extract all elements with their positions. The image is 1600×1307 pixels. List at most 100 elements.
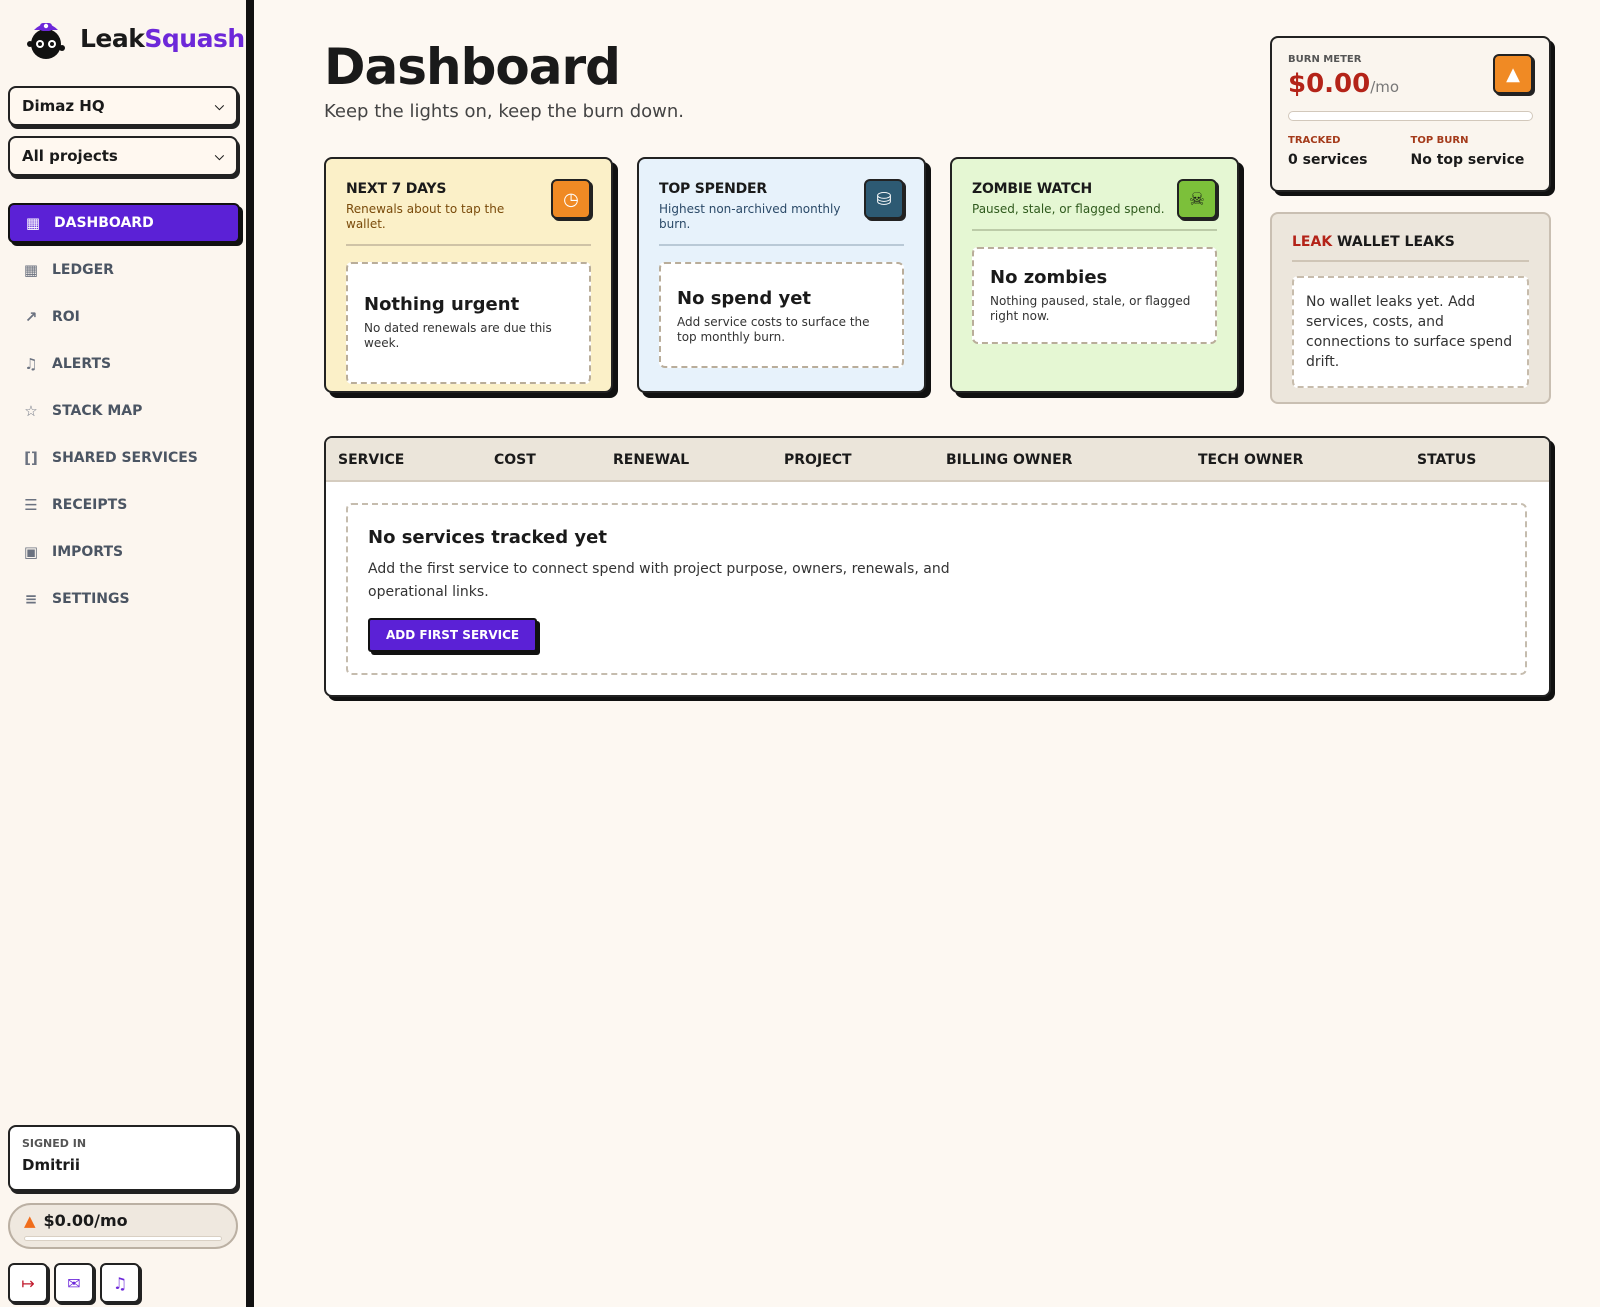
sidebar-item-label: STACK MAP xyxy=(52,403,143,419)
robot-icon: ▣ xyxy=(23,543,39,561)
column-header-tech-owner[interactable]: TECH OWNER xyxy=(1198,452,1303,468)
skull-icon: ☠ xyxy=(1177,179,1217,219)
sidebar-item-dashboard[interactable]: ▦ DASHBOARD xyxy=(8,203,240,243)
workspace-select[interactable]: Dimaz HQ ⌵ xyxy=(8,86,238,126)
burn-meter-card: BURN METER $0.00/mo ▲ TRACKED 0 services… xyxy=(1270,36,1551,192)
wallet-leaks-title-red: LEAK xyxy=(1292,234,1333,250)
sidebar: LeakSquash Dimaz HQ ⌵ All projects ⌵ ▦ D… xyxy=(0,0,254,1307)
add-first-service-button[interactable]: ADD FIRST SERVICE xyxy=(368,618,538,652)
divider xyxy=(972,229,1217,231)
top-burn-value: No top service xyxy=(1410,152,1525,168)
signed-in-card: SIGNED IN Dmitrii xyxy=(8,1125,238,1191)
logout-button[interactable]: ↦ xyxy=(8,1263,48,1303)
logout-icon: ↦ xyxy=(21,1273,35,1293)
top-spender-card: TOP SPENDER Highest non-archived monthly… xyxy=(637,157,926,393)
calendar-clock-icon: ◷ xyxy=(551,179,591,219)
column-header-renewal[interactable]: RENEWAL xyxy=(613,452,689,468)
sidebar-item-settings[interactable]: ≡ SETTINGS xyxy=(8,579,240,619)
burn-pill-amount: $0.00/mo xyxy=(43,1211,128,1230)
sidebar-nav: ▦ DASHBOARD ▦ LEDGER ↗ ROI ♫ ALERTS ☆ ST… xyxy=(8,203,240,626)
sidebar-item-label: SHARED SERVICES xyxy=(52,450,198,466)
empty-state: No zombies Nothing paused, stale, or fla… xyxy=(972,247,1217,344)
card-subtitle: Paused, stale, or flagged spend. xyxy=(972,202,1165,216)
tracked-value: 0 services xyxy=(1288,152,1368,168)
wallet-leaks-title: LEAK WALLET LEAKS xyxy=(1292,234,1529,250)
tracked-label: TRACKED xyxy=(1288,135,1341,146)
network-icon: ☆ xyxy=(24,402,38,420)
sidebar-footer-actions: ↦ ✉ ♫ xyxy=(8,1263,140,1303)
table-icon: ▦ xyxy=(23,261,39,279)
inbox-icon: ✉ xyxy=(67,1273,81,1293)
user-name: Dmitrii xyxy=(22,1156,81,1174)
bell-icon: ♫ xyxy=(24,355,38,373)
sidebar-item-receipts[interactable]: ☰ RECEIPTS xyxy=(8,485,240,525)
burn-meter-period: /mo xyxy=(1370,78,1400,96)
column-header-cost[interactable]: COST xyxy=(494,452,536,468)
tracked-stat: TRACKED 0 services xyxy=(1288,135,1411,168)
project-select[interactable]: All projects ⌵ xyxy=(8,136,238,176)
divider xyxy=(1292,260,1529,262)
empty-state-title: No zombies xyxy=(990,267,1108,288)
flame-icon: ▲ xyxy=(24,1211,36,1230)
empty-state-desc: Add the first service to connect spend w… xyxy=(368,561,950,600)
column-header-status[interactable]: STATUS xyxy=(1417,452,1476,468)
sidebar-item-label: RECEIPTS xyxy=(52,497,128,513)
empty-state-desc: Nothing paused, stale, or flagged right … xyxy=(990,294,1191,323)
sliders-icon: ≡ xyxy=(24,590,38,608)
brand-name-leak: Leak xyxy=(80,23,145,53)
table-header: SERVICE COST RENEWAL PROJECT BILLING OWN… xyxy=(326,438,1549,482)
empty-state-desc: No dated renewals are due this week. xyxy=(364,321,552,350)
empty-state-title: No services tracked yet xyxy=(368,527,607,548)
signed-in-label: SIGNED IN xyxy=(22,1137,87,1150)
card-subtitle: Highest non-archived monthly burn. xyxy=(659,202,841,231)
top-burn-stat: TOP BURN No top service xyxy=(1411,135,1534,168)
brackets-icon: [] xyxy=(24,449,38,467)
notifications-button[interactable]: ♫ xyxy=(100,1263,140,1303)
table-empty-state: No services tracked yet Add the first se… xyxy=(346,503,1527,675)
wallet-leaks-message: No wallet leaks yet. Add services, costs… xyxy=(1292,276,1529,388)
top-burn-label: TOP BURN xyxy=(1410,135,1469,146)
flame-icon: ▲ xyxy=(1493,54,1533,94)
column-header-project[interactable]: PROJECT xyxy=(784,452,852,468)
sidebar-item-roi[interactable]: ↗ ROI xyxy=(8,297,240,337)
trending-up-icon: ↗ xyxy=(24,308,38,326)
bell-icon: ♫ xyxy=(112,1273,128,1293)
sidebar-item-label: SETTINGS xyxy=(52,591,130,607)
chevron-down-icon: ⌵ xyxy=(214,148,224,163)
divider xyxy=(659,244,904,246)
sidebar-item-ledger[interactable]: ▦ LEDGER xyxy=(8,250,240,290)
sidebar-item-imports[interactable]: ▣ IMPORTS xyxy=(8,532,240,572)
database-icon: ⛁ xyxy=(864,179,904,219)
zombie-watch-card: ZOMBIE WATCH Paused, stale, or flagged s… xyxy=(950,157,1239,393)
sidebar-item-stack-map[interactable]: ☆ STACK MAP xyxy=(8,391,240,431)
wallet-leaks-card: LEAK WALLET LEAKS No wallet leaks yet. A… xyxy=(1270,212,1551,404)
workspace-select-value: Dimaz HQ xyxy=(22,97,105,115)
sidebar-item-label: ALERTS xyxy=(52,356,112,372)
burn-pill: ▲ $0.00/mo xyxy=(8,1203,238,1249)
empty-state-title: Nothing urgent xyxy=(364,294,520,315)
empty-state-desc: Add service costs to surface the top mon… xyxy=(677,315,870,344)
sidebar-item-label: IMPORTS xyxy=(52,544,124,560)
sidebar-item-shared-services[interactable]: [] SHARED SERVICES xyxy=(8,438,240,478)
column-header-billing-owner[interactable]: BILLING OWNER xyxy=(946,452,1072,468)
page-title: Dashboard xyxy=(324,38,621,96)
empty-state: Nothing urgent No dated renewals are due… xyxy=(346,262,591,384)
card-subtitle: Renewals about to tap the wallet. xyxy=(346,202,505,231)
brand-name-squash: Squash xyxy=(144,23,245,53)
burn-pill-progress xyxy=(24,1236,222,1241)
brand-name: LeakSquash xyxy=(80,24,245,53)
sidebar-item-alerts[interactable]: ♫ ALERTS xyxy=(8,344,240,384)
services-table: SERVICE COST RENEWAL PROJECT BILLING OWN… xyxy=(324,436,1551,697)
sidebar-item-label: ROI xyxy=(52,309,80,325)
column-header-service[interactable]: SERVICE xyxy=(338,452,404,468)
brand-logo[interactable]: LeakSquash xyxy=(24,14,245,62)
inbox-button[interactable]: ✉ xyxy=(54,1263,94,1303)
project-select-value: All projects xyxy=(22,147,118,165)
chevron-down-icon: ⌵ xyxy=(214,98,224,113)
squash-mascot-icon xyxy=(27,23,65,59)
sidebar-item-label: LEDGER xyxy=(52,262,114,278)
empty-state: No spend yet Add service costs to surfac… xyxy=(659,262,904,368)
grid-icon: ▦ xyxy=(25,214,41,232)
sidebar-item-label: DASHBOARD xyxy=(54,215,154,231)
burn-meter-progress xyxy=(1288,111,1533,121)
